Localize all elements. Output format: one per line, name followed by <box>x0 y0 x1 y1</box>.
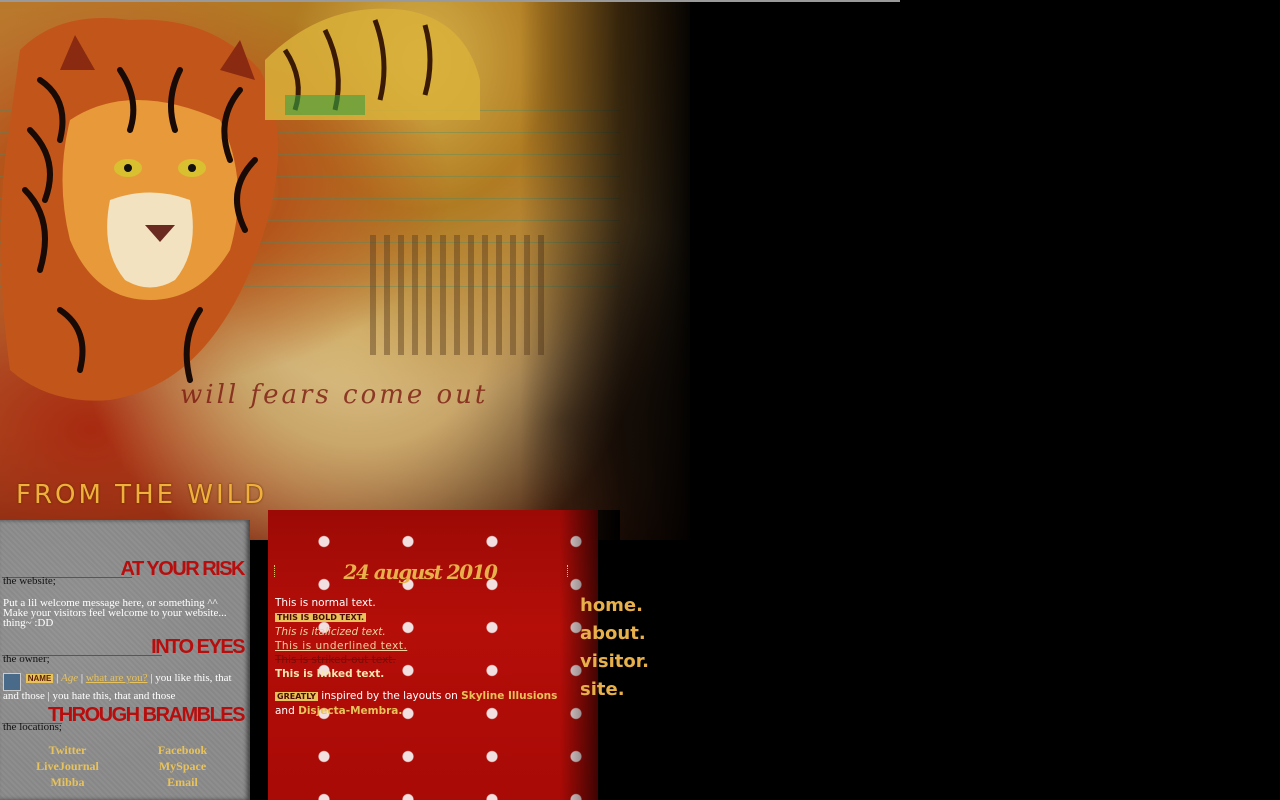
linked-text[interactable]: This is linked text. <box>275 668 384 680</box>
credit-tag: GREATLY <box>275 692 318 701</box>
top-rule <box>0 0 900 2</box>
owner-info: NAME | Age | what are you? | you like th… <box>3 672 232 702</box>
section-subtitle-website: the website; <box>3 575 56 587</box>
location-link-mibba[interactable]: Mibba <box>10 775 125 790</box>
avatar <box>3 673 21 691</box>
tiger-stripes-illustration <box>265 8 480 120</box>
locations-list: Twitter Facebook LiveJournal MySpace Mib… <box>10 743 240 790</box>
section-subtitle-owner: the owner; <box>3 653 50 665</box>
underlined-text: This is underlined text. <box>275 640 408 652</box>
script-overlay: will fears come out <box>180 380 489 410</box>
section-heading-website: AT YOUR RISK <box>120 558 246 580</box>
owner-name-badge: NAME <box>25 674 54 683</box>
normal-text: This is normal text. <box>275 597 376 609</box>
credit-link-disjecta[interactable]: Disjecta-Membra. <box>298 705 402 717</box>
nav-site[interactable]: site. <box>580 676 690 704</box>
location-link-email[interactable]: Email <box>125 775 240 790</box>
credit-text: inspired by the layouts on <box>321 690 458 702</box>
post-date: 24 august 2010 <box>343 560 498 584</box>
location-link-livejournal[interactable]: LiveJournal <box>10 759 125 774</box>
nav-home[interactable]: home. <box>580 592 690 620</box>
tiger-illustration <box>1 18 278 401</box>
post-body: This is normal text. THIS IS BOLD TEXT. … <box>275 596 575 718</box>
credit-line: GREATLY inspired by the layouts on Skyli… <box>275 689 575 718</box>
location-link-twitter[interactable]: Twitter <box>10 743 125 758</box>
nav-visitor[interactable]: visitor. <box>580 648 690 676</box>
credit-link-skyline[interactable]: Skyline Illusions <box>461 690 557 702</box>
sidebar: AT YOUR RISK the website; Put a lil welc… <box>0 520 250 800</box>
location-link-myspace[interactable]: MySpace <box>125 759 240 774</box>
location-link-facebook[interactable]: Facebook <box>125 743 240 758</box>
owner-age: Age <box>61 672 79 684</box>
nav-about[interactable]: about. <box>580 620 690 648</box>
credit-and: and <box>275 705 295 717</box>
section-heading-locations: THROUGH BRAMBLES <box>48 704 246 726</box>
section-heading-owner: INTO EYES <box>151 636 245 658</box>
bold-text: THIS IS BOLD TEXT. <box>275 613 366 622</box>
welcome-message: Put a lil welcome message here, or somet… <box>3 597 227 629</box>
italic-text: This is italicized text. <box>275 626 386 638</box>
striked-text: This is striked-out text. <box>275 654 396 666</box>
owner-what-link[interactable]: what are you? <box>86 672 148 684</box>
main-nav: home. about. visitor. site. <box>580 592 690 704</box>
section-subtitle-locations: the locations; <box>3 721 62 733</box>
